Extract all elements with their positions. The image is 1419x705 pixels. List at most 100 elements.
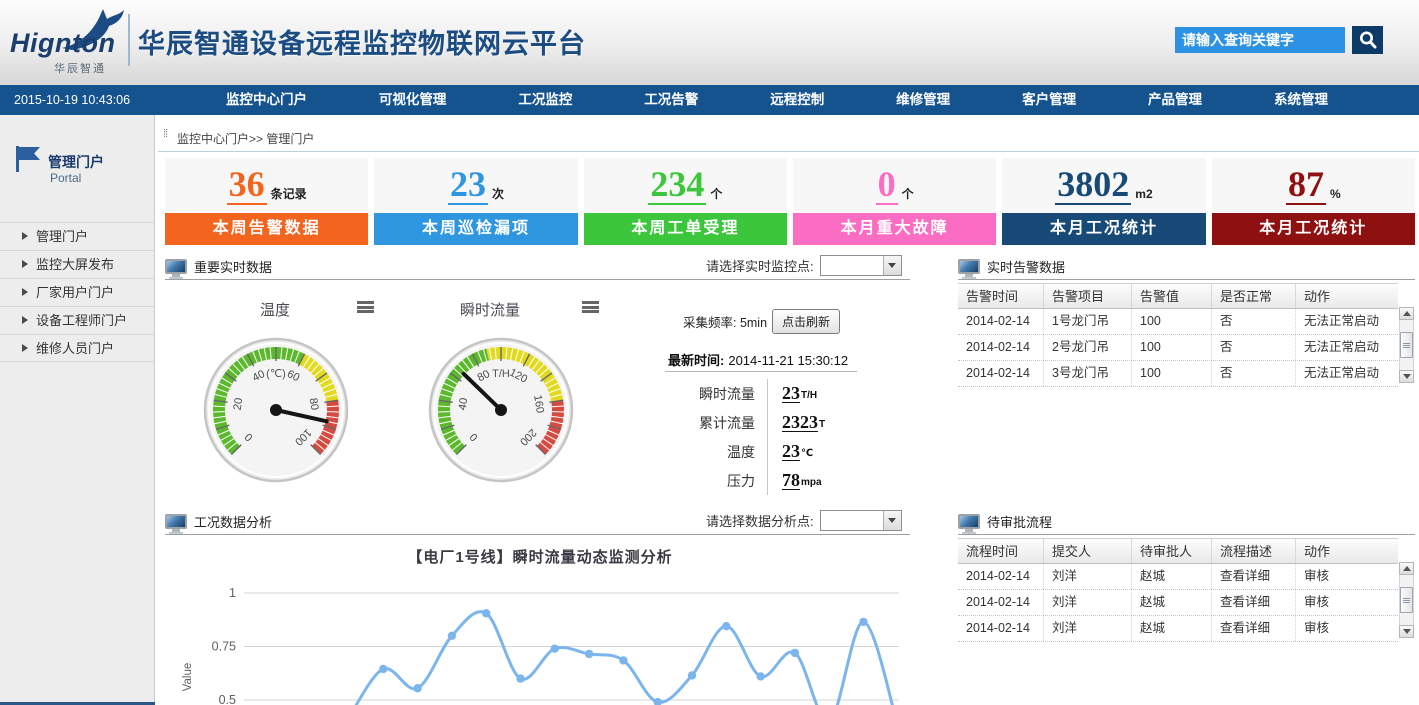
- kpi-card-6[interactable]: 87%本月工况统计: [1212, 158, 1415, 245]
- scrollbar-track[interactable]: [1399, 575, 1414, 625]
- cell: 刘洋: [1044, 616, 1132, 641]
- reading-row: 累计流量2323T: [655, 408, 885, 437]
- sidebar-item-4[interactable]: 设备工程师门户: [0, 306, 155, 334]
- sidebar-item-2[interactable]: 监控大屏发布: [0, 250, 155, 278]
- cell: 无法正常启动: [1296, 309, 1398, 334]
- approval-section-title: 待审批流程: [987, 512, 1052, 531]
- column-header: 流程时间: [958, 539, 1044, 563]
- column-header: 告警值: [1132, 284, 1212, 308]
- kpi-card-1[interactable]: 36条记录本周告警数据: [165, 158, 368, 245]
- column-header: 提交人: [1044, 539, 1132, 563]
- cell: 否: [1212, 361, 1296, 386]
- latest-time-value: 2014-11-21 15:30:12: [728, 353, 848, 368]
- app-header: Hignton 华辰智通 华辰智通设备远程监控物联网云平台: [0, 0, 1419, 85]
- action-cell[interactable]: 审核: [1296, 616, 1398, 641]
- chevron-down-icon: [888, 263, 896, 268]
- kpi-label: 本周巡检漏项: [374, 213, 577, 245]
- search-input[interactable]: [1175, 27, 1345, 53]
- cell: 2014-02-14: [958, 361, 1044, 386]
- scrollbar-thumb[interactable]: [1400, 587, 1413, 613]
- flow-gauge: 04080120160200T/H: [425, 334, 577, 486]
- gauge-title-flow: 瞬时流量: [410, 299, 570, 320]
- arrow-right-icon: [22, 288, 28, 296]
- scrollbar-thumb[interactable]: [1400, 332, 1413, 358]
- cell: 2014-02-14: [958, 564, 1044, 589]
- cell: 赵城: [1132, 564, 1212, 589]
- analysis-selector-label: 请选择数据分析点:: [706, 511, 814, 530]
- select-dropdown-button[interactable]: [883, 511, 901, 530]
- table-row: 2014-02-14刘洋赵城查看详细审核: [958, 564, 1398, 590]
- nav-item-5[interactable]: 远程控制: [760, 85, 834, 115]
- cell: 赵城: [1132, 590, 1212, 615]
- kpi-value-area: 23次: [374, 158, 577, 213]
- realtime-readings: 瞬时流量23T/H累计流量2323T温度23℃压力78mpa: [655, 379, 885, 495]
- realtime-point-selector: 请选择实时监控点:: [706, 255, 902, 276]
- cell: 1号龙门吊: [1044, 309, 1132, 334]
- nav-item-9[interactable]: 系统管理: [1264, 85, 1338, 115]
- reading-row: 温度23℃: [655, 437, 885, 466]
- svg-text:(℃): (℃): [266, 368, 286, 380]
- approval-table-scrollbar[interactable]: [1399, 562, 1414, 638]
- scrollbar-track[interactable]: [1399, 320, 1414, 370]
- sidebar-item-5[interactable]: 维修人员门户: [0, 334, 155, 362]
- analysis-point-select[interactable]: [820, 510, 902, 531]
- action-cell[interactable]: 查看详细: [1212, 616, 1296, 641]
- reading-label: 瞬时流量: [655, 384, 767, 404]
- action-cell[interactable]: 查看详细: [1212, 564, 1296, 589]
- kpi-value-area: 87%: [1212, 158, 1415, 213]
- scroll-down-icon[interactable]: [1399, 370, 1414, 383]
- nav-item-2[interactable]: 可视化管理: [369, 85, 457, 115]
- sidebar-item-3[interactable]: 厂家用户门户: [0, 278, 155, 306]
- reading-label: 累计流量: [655, 413, 767, 433]
- action-cell[interactable]: 审核: [1296, 564, 1398, 589]
- kpi-unit: %: [1330, 187, 1341, 201]
- cell: 刘洋: [1044, 590, 1132, 615]
- section-underline: [165, 534, 910, 535]
- nav-item-8[interactable]: 产品管理: [1138, 85, 1212, 115]
- nav-item-6[interactable]: 维修管理: [886, 85, 960, 115]
- kpi-card-5[interactable]: 3802m2本月工况统计: [1002, 158, 1205, 245]
- reading-unit: T/H: [801, 390, 817, 401]
- kpi-card-2[interactable]: 23次本周巡检漏项: [374, 158, 577, 245]
- select-dropdown-button[interactable]: [883, 256, 901, 275]
- kpi-unit: 个: [902, 185, 914, 202]
- alarm-section-title: 实时告警数据: [987, 257, 1065, 276]
- svg-text:Value: Value: [182, 663, 194, 692]
- refresh-button[interactable]: 点击刷新: [772, 309, 840, 334]
- kpi-card-3[interactable]: 234个本周工单受理: [584, 158, 787, 245]
- cell: 100: [1132, 309, 1212, 334]
- reading-value: 23: [782, 384, 800, 404]
- action-cell[interactable]: 查看详细: [1212, 590, 1296, 615]
- alarm-table-scrollbar[interactable]: [1399, 307, 1414, 383]
- select-value: [821, 256, 883, 275]
- action-cell[interactable]: 审核: [1296, 590, 1398, 615]
- nav-item-1[interactable]: 监控中心门户: [216, 85, 317, 115]
- nav-item-4[interactable]: 工况告警: [634, 85, 708, 115]
- table-row: 2014-02-143号龙门吊100否无法正常启动: [958, 361, 1398, 387]
- alarm-section-header: 实时告警数据: [958, 254, 1065, 278]
- chart-menu-icon[interactable]: [357, 301, 374, 313]
- scroll-down-icon[interactable]: [1399, 625, 1414, 638]
- kpi-card-4[interactable]: 0个本月重大故障: [793, 158, 996, 245]
- brand-name: Hignton: [10, 28, 115, 59]
- chart-menu-icon[interactable]: [582, 301, 599, 313]
- scroll-up-icon[interactable]: [1399, 307, 1414, 320]
- realtime-point-select[interactable]: [820, 255, 902, 276]
- realtime-section-header: 重要实时数据: [165, 254, 272, 278]
- sidebar-item-1[interactable]: 管理门户: [0, 222, 155, 250]
- reading-row: 瞬时流量 23T/H: [655, 379, 885, 408]
- kpi-value: 234: [648, 166, 706, 205]
- chevron-down-icon: [888, 518, 896, 523]
- svg-text:T/H: T/H: [492, 368, 510, 380]
- flag-icon: [16, 146, 42, 172]
- kpi-value: 36: [227, 166, 267, 205]
- kpi-label: 本周工单受理: [584, 213, 787, 245]
- svg-text:0.5: 0.5: [219, 693, 236, 705]
- nav-item-7[interactable]: 客户管理: [1012, 85, 1086, 115]
- nav-item-3[interactable]: 工况监控: [508, 85, 582, 115]
- latest-time-underline: [665, 371, 857, 372]
- reading-label: 温度: [655, 442, 767, 462]
- svg-text:40: 40: [457, 397, 471, 411]
- scroll-up-icon[interactable]: [1399, 562, 1414, 575]
- search-button[interactable]: [1352, 26, 1383, 54]
